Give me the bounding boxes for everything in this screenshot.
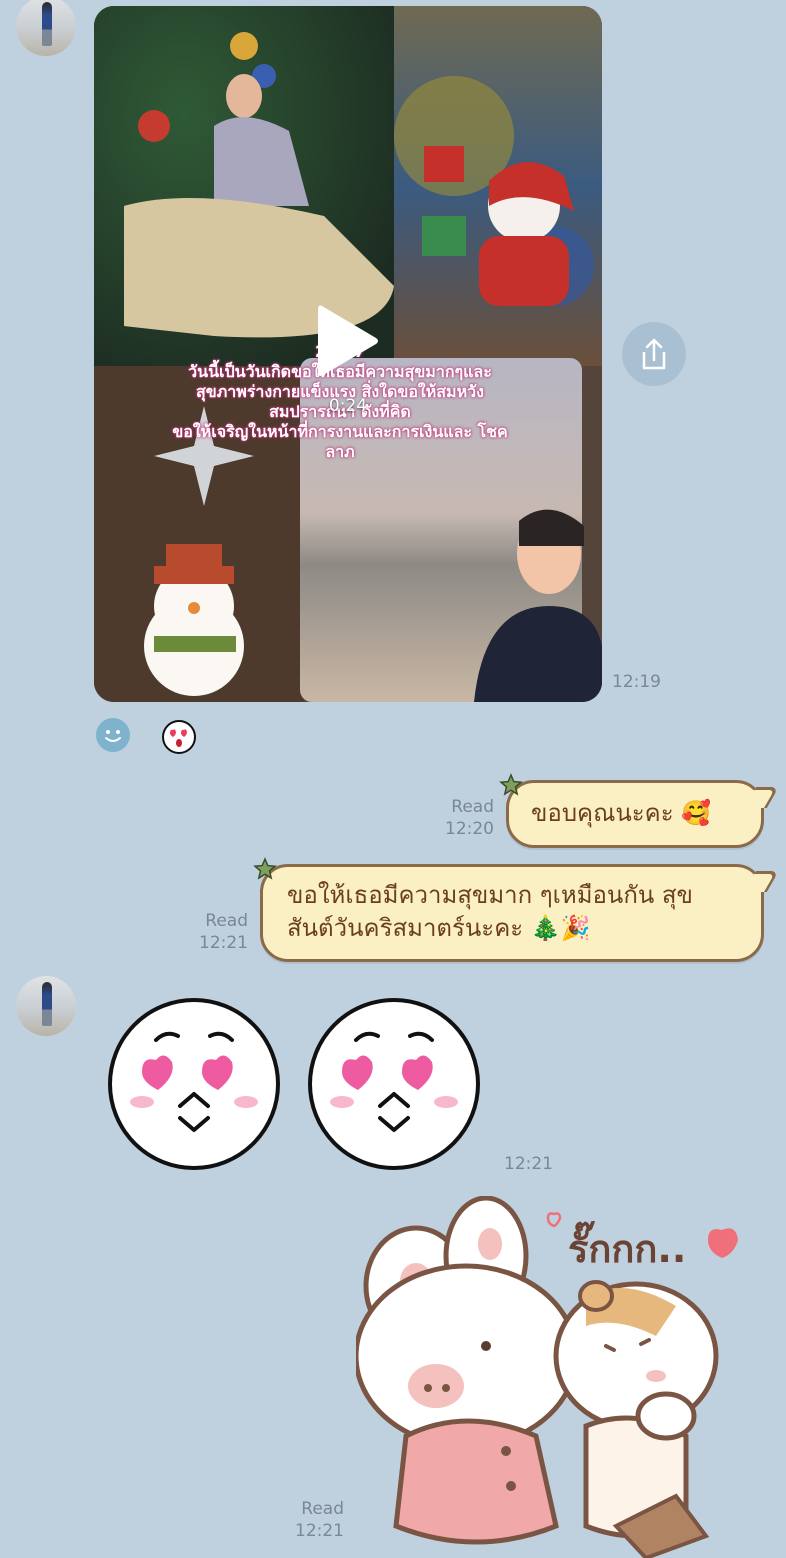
avatar-person [42, 982, 52, 1026]
star-icon [253, 857, 277, 880]
contact-avatar[interactable] [16, 976, 76, 1036]
read-receipt: Read 12:21 [199, 911, 248, 953]
share-button[interactable] [622, 322, 686, 386]
contact-avatar[interactable] [16, 0, 76, 56]
avatar-person [42, 2, 52, 46]
message-text: ขอบคุณนะคะ 🥰 [531, 799, 712, 827]
read-receipt: Read 12:20 [445, 797, 494, 839]
heart-eyes-reaction-icon[interactable] [162, 720, 196, 754]
read-receipt: Read 12:21 [295, 1499, 344, 1541]
bunny-hamster-sticker[interactable]: รั๊กกก.. [356, 1196, 756, 1558]
play-icon[interactable] [316, 302, 380, 380]
sticker-text: รั๊กกก.. [568, 1221, 686, 1271]
video-duration: 0:24 [328, 396, 368, 416]
heart-eyes-sticker[interactable] [108, 998, 280, 1170]
video-timestamp: 12:19 [612, 672, 661, 692]
star-icon [499, 773, 523, 796]
heart-eyes-sticker[interactable] [308, 998, 480, 1170]
smiley-reaction-icon[interactable] [96, 718, 130, 752]
message-bubble[interactable]: ขอให้เธอมีความสุขมาก ๆเหมือนกัน สุข สันต… [253, 857, 780, 962]
sticker-timestamp: 12:21 [504, 1154, 553, 1174]
message-bubble[interactable]: ขอบคุณนะคะ 🥰 [499, 773, 780, 848]
message-text: ขอให้เธอมีความสุขมาก ๆเหมือนกัน สุข สันต… [287, 881, 693, 942]
share-icon [642, 338, 666, 370]
